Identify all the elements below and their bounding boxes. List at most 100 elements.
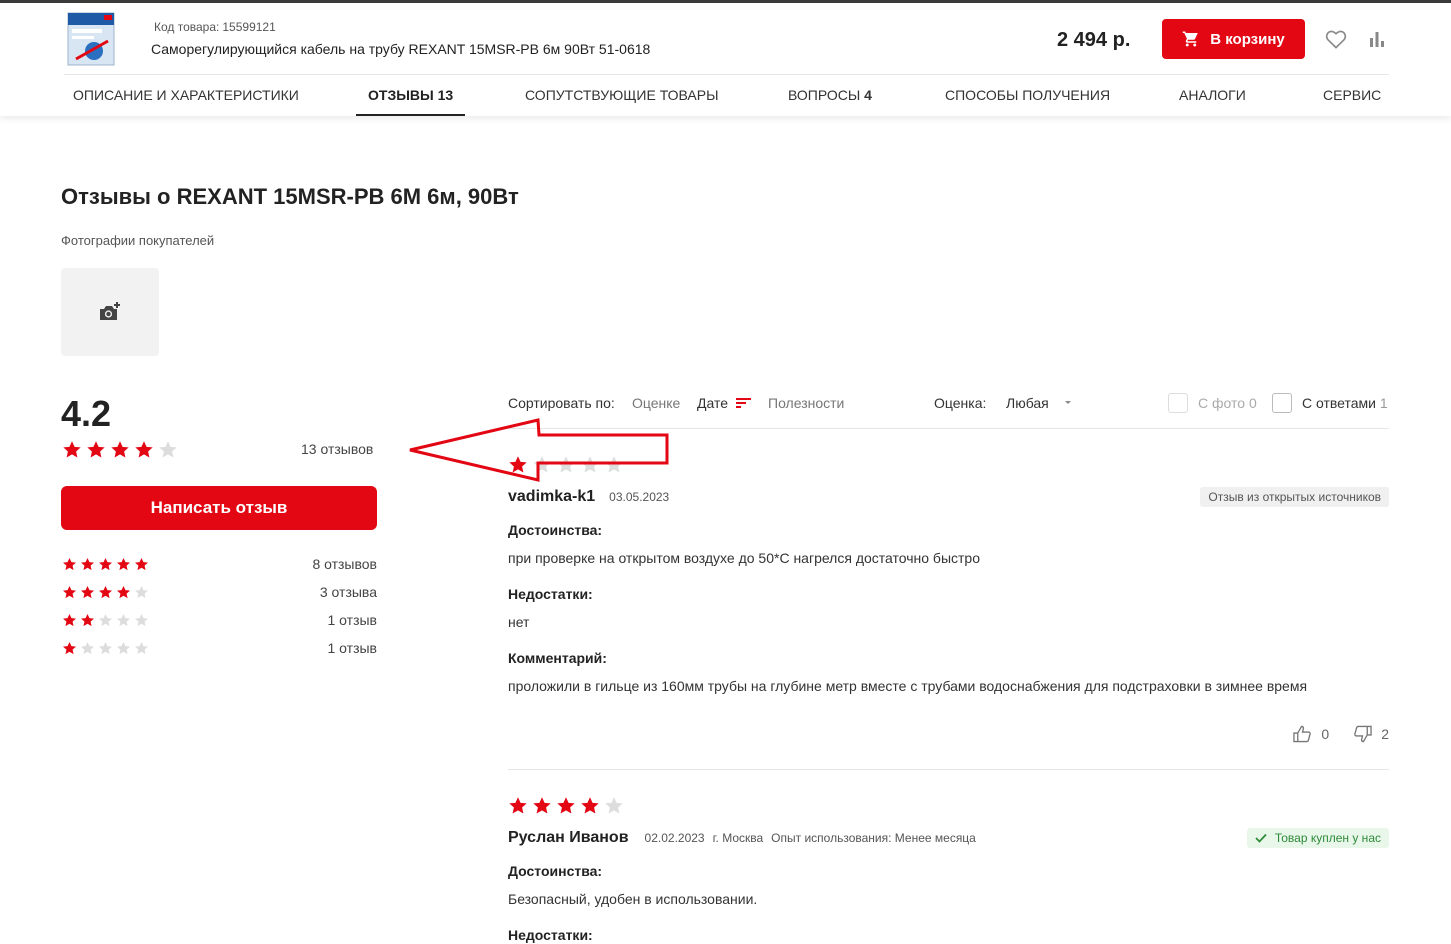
star-empty-icon xyxy=(99,613,112,626)
row-count: 1 отзыв xyxy=(327,640,378,656)
review-header: vadimka-k1 03.05.2023 xyxy=(508,488,669,506)
star-empty-icon xyxy=(117,613,130,626)
heart-icon[interactable] xyxy=(1325,29,1347,49)
rating-distribution-row[interactable]: 8 отзывов xyxy=(62,555,377,573)
tab-delivery[interactable]: СПОСОБЫ ПОЛУЧЕНИЯ xyxy=(945,75,1110,116)
tab-description[interactable]: ОПИСАНИЕ И ХАРАКТЕРИСТИКИ xyxy=(73,75,299,116)
sort-label: Сортировать по: xyxy=(508,395,615,411)
star-filled-icon xyxy=(533,797,551,814)
tab-label: ОПИСАНИЕ И ХАРАКТЕРИСТИКИ xyxy=(73,87,299,103)
average-rating: 4.2 xyxy=(61,393,112,434)
review-author: vadimka-k1 xyxy=(508,488,596,505)
rating-filter-label: Оценка: xyxy=(934,395,987,411)
dislike-button[interactable]: 2 xyxy=(1353,725,1389,743)
product-price: 2 494 р. xyxy=(1057,29,1131,51)
review-item: vadimka-k1 03.05.2023 Отзыв из открытых … xyxy=(508,455,1389,755)
star-filled-icon xyxy=(63,641,76,654)
with-answers-text: С ответами xyxy=(1302,395,1376,411)
pros-label: Достоинства: xyxy=(508,863,603,879)
star-empty-icon xyxy=(81,641,94,654)
star-empty-icon xyxy=(605,797,623,814)
pros-text: Безопасный, удобен в использовании. xyxy=(508,891,758,907)
cons-label: Недостатки: xyxy=(508,927,593,943)
with-answers-label: С ответами 1 xyxy=(1302,395,1388,411)
row-stars xyxy=(62,585,149,600)
star-empty-icon xyxy=(159,441,177,458)
sort-by-usefulness[interactable]: Полезности xyxy=(768,395,844,411)
sticky-product-header: Код товара: 15599121 Саморегулирующийся к… xyxy=(0,3,1451,116)
star-filled-icon xyxy=(117,557,130,570)
page-title: Отзывы о REXANT 15MSR-PB 6M 6м, 90Вт xyxy=(61,184,519,209)
write-review-button[interactable]: Написать отзыв xyxy=(61,486,377,530)
star-empty-icon xyxy=(99,641,112,654)
row-stars xyxy=(62,641,149,656)
compare-bars-icon[interactable] xyxy=(1368,30,1386,48)
total-reviews-count[interactable]: 13 отзывов xyxy=(301,441,373,457)
star-filled-icon xyxy=(99,557,112,570)
star-filled-icon xyxy=(111,441,129,458)
star-filled-icon xyxy=(509,797,527,814)
with-answers-checkbox[interactable] xyxy=(1272,393,1292,413)
rating-filter-value: Любая xyxy=(1006,395,1049,411)
pros-text: при проверке на открытом воздухе до 50*С… xyxy=(508,550,981,566)
add-to-cart-button[interactable]: В корзину xyxy=(1162,19,1305,59)
star-filled-icon xyxy=(81,585,94,598)
add-photo-button[interactable] xyxy=(61,268,159,356)
comment-label: Комментарий: xyxy=(508,650,607,666)
star-filled-icon xyxy=(557,797,575,814)
tab-count: 4 xyxy=(864,87,872,103)
star-empty-icon xyxy=(135,641,148,654)
like-button[interactable]: 0 xyxy=(1293,725,1329,743)
row-stars xyxy=(62,557,149,572)
tab-service[interactable]: СЕРВИС xyxy=(1323,75,1381,116)
review-item: Руслан Иванов 02.02.2023 г. Москва Опыт … xyxy=(508,796,1389,944)
tab-reviews[interactable]: ОТЗЫВЫ 13 xyxy=(355,75,466,116)
average-rating-stars xyxy=(62,440,178,460)
star-filled-icon xyxy=(135,557,148,570)
tab-label: АНАЛОГИ xyxy=(1179,87,1246,103)
product-sku: Код товара: 15599121 xyxy=(151,20,276,34)
sort-bar: Сортировать по: Оценке Дате Полезности О… xyxy=(508,392,1389,416)
tab-label: СЕРВИС xyxy=(1323,87,1382,103)
review-date: 02.02.2023 xyxy=(644,831,705,845)
tab-label: ВОПРОСЫ xyxy=(788,87,861,103)
star-empty-icon xyxy=(117,641,130,654)
review-experience: Опыт использования: Менее месяца xyxy=(771,831,976,845)
tab-related-products[interactable]: СОПУТСТВУЮЩИЕ ТОВАРЫ xyxy=(525,75,718,116)
tab-analogs[interactable]: АНАЛОГИ xyxy=(1179,75,1246,116)
star-filled-icon xyxy=(581,797,599,814)
tab-questions[interactable]: ВОПРОСЫ 4 xyxy=(788,75,872,116)
rating-distribution-row[interactable]: 3 отзыва xyxy=(62,583,377,601)
with-photo-count: 0 xyxy=(1248,395,1257,411)
row-stars xyxy=(62,613,149,628)
sort-by-rating[interactable]: Оценке xyxy=(632,395,680,411)
with-photo-label: С фото 0 xyxy=(1198,395,1257,411)
rating-distribution-row[interactable]: 1 отзыв xyxy=(62,639,377,657)
review-header: Руслан Иванов 02.02.2023 г. Москва Опыт … xyxy=(508,829,976,847)
star-filled-icon xyxy=(63,585,76,598)
tab-label: СПОСОБЫ ПОЛУЧЕНИЯ xyxy=(945,87,1111,103)
with-photo-text: С фото xyxy=(1198,395,1246,411)
purchased-badge-text: Товар куплен у нас xyxy=(1274,831,1381,845)
rating-distribution-row[interactable]: 1 отзыв xyxy=(62,611,377,629)
with-photo-checkbox[interactable] xyxy=(1168,393,1188,413)
customer-photos-label: Фотографии покупателей xyxy=(61,233,215,248)
with-answers-count: 1 xyxy=(1379,395,1388,411)
star-filled-icon xyxy=(63,441,81,458)
purchased-badge: Товар куплен у нас xyxy=(1246,828,1389,848)
sort-by-date[interactable]: Дате xyxy=(697,395,752,411)
star-filled-icon xyxy=(99,585,112,598)
like-count: 0 xyxy=(1321,726,1330,742)
sort-by-date-label: Дате xyxy=(697,395,729,411)
rating-filter-select[interactable]: Любая xyxy=(1006,395,1073,411)
star-filled-icon xyxy=(63,557,76,570)
star-empty-icon xyxy=(135,585,148,598)
product-thumbnail[interactable] xyxy=(64,11,118,67)
review-votes: 0 2 xyxy=(1293,725,1389,743)
dislike-count: 2 xyxy=(1381,726,1389,742)
star-filled-icon xyxy=(63,613,76,626)
thumbs-up-icon xyxy=(1293,725,1312,743)
comment-text: проложили в гильце из 160мм трубы на глу… xyxy=(508,678,1308,694)
star-filled-icon xyxy=(135,441,153,458)
star-filled-icon xyxy=(87,441,105,458)
